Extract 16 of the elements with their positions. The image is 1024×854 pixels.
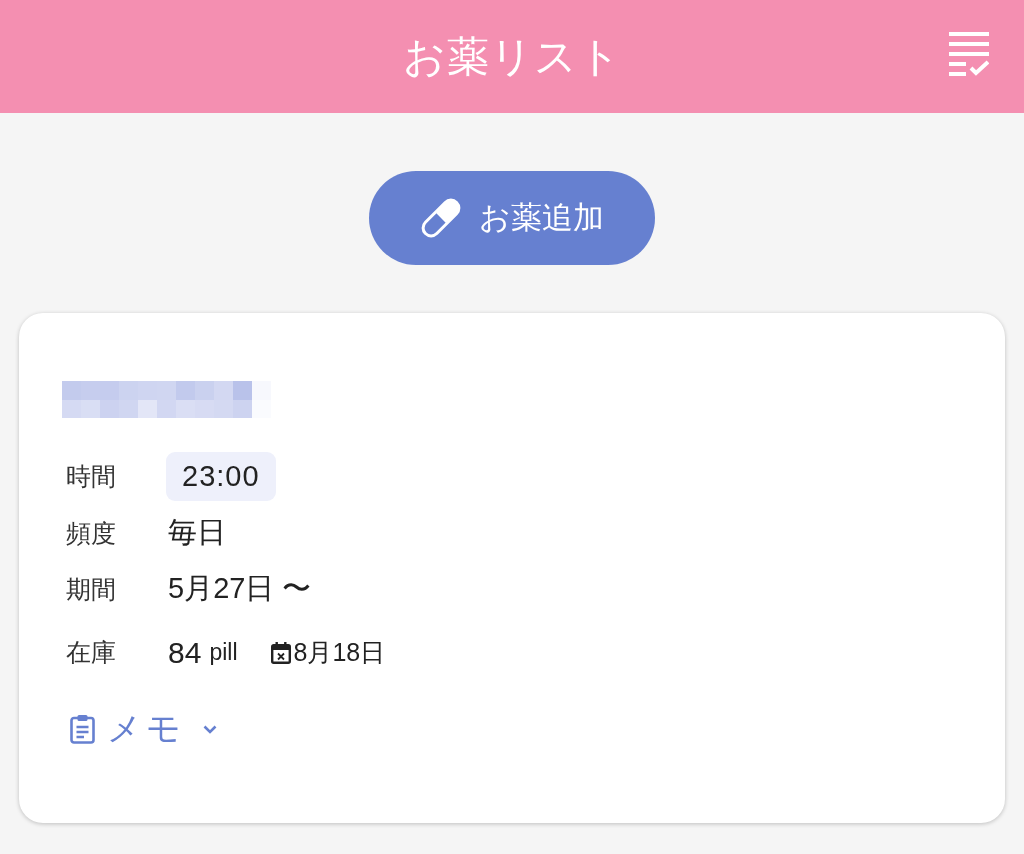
field-label: 在庫 <box>65 637 117 668</box>
stock-unit: pill <box>209 639 238 666</box>
field-label: 頻度 <box>65 517 117 549</box>
stock-amount: 84 <box>167 635 202 670</box>
memo-toggle[interactable]: メモ <box>62 707 217 751</box>
field-label: 時間 <box>65 461 117 492</box>
clipboard-icon <box>70 714 95 744</box>
time-chip[interactable]: 23:00 <box>166 452 276 501</box>
field-label: 期間 <box>65 573 117 605</box>
screen-title: お薬リスト <box>402 31 622 82</box>
field-value: 5月27日 〜 <box>167 571 312 606</box>
field-value: 毎日 <box>167 515 226 550</box>
add-medicine-button[interactable]: お薬追加 <box>369 171 655 265</box>
end-date: 8月18日 <box>293 637 386 668</box>
calendar-icon <box>270 641 291 664</box>
checklist-icon <box>949 32 989 76</box>
